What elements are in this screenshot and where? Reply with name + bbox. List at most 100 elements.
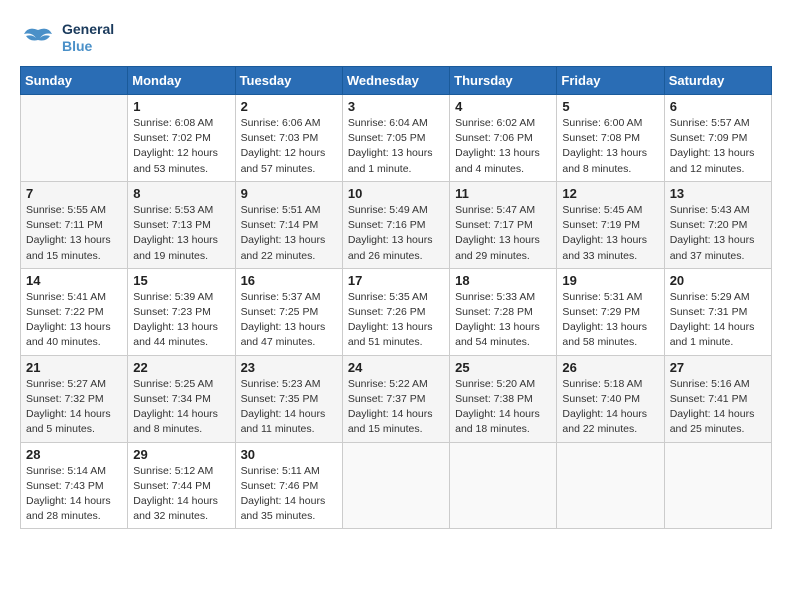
day-info: Sunrise: 5:47 AM Sunset: 7:17 PM Dayligh…	[455, 203, 551, 264]
calendar-cell	[450, 442, 557, 529]
day-info: Sunrise: 6:08 AM Sunset: 7:02 PM Dayligh…	[133, 116, 229, 177]
calendar-cell: 9 Sunrise: 5:51 AM Sunset: 7:14 PM Daylig…	[235, 181, 342, 268]
day-info: Sunrise: 5:33 AM Sunset: 7:28 PM Dayligh…	[455, 290, 551, 351]
calendar-cell: 2Sunrise: 6:06 AM Sunset: 7:03 PM Daylig…	[235, 95, 342, 182]
calendar-week: 1 Sunrise: 6:08 AM Sunset: 7:02 PM Daylig…	[21, 95, 772, 182]
calendar-cell: 28 Sunrise: 5:14 AM Sunset: 7:43 PM Dayli…	[21, 442, 128, 529]
day-info: Sunrise: 5:51 AM Sunset: 7:14 PM Dayligh…	[241, 203, 337, 264]
calendar-cell: 16 Sunrise: 5:37 AM Sunset: 7:25 PM Dayli…	[235, 268, 342, 355]
day-number: 8	[133, 186, 229, 201]
day-info: Sunrise: 5:18 AM Sunset: 7:40 PM Dayligh…	[562, 377, 658, 438]
day-number: 11	[455, 186, 551, 201]
calendar-week: 21 Sunrise: 5:27 AM Sunset: 7:32 PM Dayli…	[21, 355, 772, 442]
day-number: 24	[348, 360, 444, 375]
calendar-cell: 30 Sunrise: 5:11 AM Sunset: 7:46 PM Dayli…	[235, 442, 342, 529]
calendar-week: 14Sunrise: 5:41 AM Sunset: 7:22 PM Dayli…	[21, 268, 772, 355]
calendar-cell: 27 Sunrise: 5:16 AM Sunset: 7:41 PM Dayli…	[664, 355, 771, 442]
day-number: 22	[133, 360, 229, 375]
calendar-cell: 25 Sunrise: 5:20 AM Sunset: 7:38 PM Dayli…	[450, 355, 557, 442]
day-info: Sunrise: 5:16 AM Sunset: 7:41 PM Dayligh…	[670, 377, 766, 438]
logo-bird-icon	[20, 20, 56, 56]
day-number: 2	[241, 99, 337, 114]
day-number: 25	[455, 360, 551, 375]
calendar-cell: 5 Sunrise: 6:00 AM Sunset: 7:08 PM Daylig…	[557, 95, 664, 182]
day-info: Sunrise: 5:31 AM Sunset: 7:29 PM Dayligh…	[562, 290, 658, 351]
day-number: 12	[562, 186, 658, 201]
header-day: Tuesday	[235, 67, 342, 95]
day-info: Sunrise: 5:11 AM Sunset: 7:46 PM Dayligh…	[241, 464, 337, 525]
day-info: Sunrise: 5:37 AM Sunset: 7:25 PM Dayligh…	[241, 290, 337, 351]
day-number: 10	[348, 186, 444, 201]
calendar-cell: 24 Sunrise: 5:22 AM Sunset: 7:37 PM Dayli…	[342, 355, 449, 442]
day-number: 5	[562, 99, 658, 114]
day-number: 7	[26, 186, 122, 201]
day-number: 28	[26, 447, 122, 462]
calendar-cell: 23 Sunrise: 5:23 AM Sunset: 7:35 PM Dayli…	[235, 355, 342, 442]
day-number: 21	[26, 360, 122, 375]
logo-combined: General Blue	[20, 20, 114, 56]
calendar-cell: 21 Sunrise: 5:27 AM Sunset: 7:32 PM Dayli…	[21, 355, 128, 442]
day-info: Sunrise: 5:49 AM Sunset: 7:16 PM Dayligh…	[348, 203, 444, 264]
day-info: Sunrise: 6:02 AM Sunset: 7:06 PM Dayligh…	[455, 116, 551, 177]
day-info: Sunrise: 5:41 AM Sunset: 7:22 PM Dayligh…	[26, 290, 122, 351]
calendar-table: SundayMondayTuesdayWednesdayThursdayFrid…	[20, 66, 772, 529]
calendar-cell: 17 Sunrise: 5:35 AM Sunset: 7:26 PM Dayli…	[342, 268, 449, 355]
header-day: Sunday	[21, 67, 128, 95]
calendar-cell: 22 Sunrise: 5:25 AM Sunset: 7:34 PM Dayli…	[128, 355, 235, 442]
logo: General Blue	[20, 20, 114, 56]
day-number: 16	[241, 273, 337, 288]
header-day: Friday	[557, 67, 664, 95]
day-number: 30	[241, 447, 337, 462]
calendar-cell	[342, 442, 449, 529]
calendar-cell: 4 Sunrise: 6:02 AM Sunset: 7:06 PM Daylig…	[450, 95, 557, 182]
calendar-cell: 15 Sunrise: 5:39 AM Sunset: 7:23 PM Dayli…	[128, 268, 235, 355]
day-info: Sunrise: 5:27 AM Sunset: 7:32 PM Dayligh…	[26, 377, 122, 438]
calendar-cell: 18Sunrise: 5:33 AM Sunset: 7:28 PM Dayli…	[450, 268, 557, 355]
day-number: 23	[241, 360, 337, 375]
day-number: 1	[133, 99, 229, 114]
calendar-cell: 29Sunrise: 5:12 AM Sunset: 7:44 PM Dayli…	[128, 442, 235, 529]
calendar-cell: 7 Sunrise: 5:55 AM Sunset: 7:11 PM Daylig…	[21, 181, 128, 268]
header-day: Thursday	[450, 67, 557, 95]
day-info: Sunrise: 6:04 AM Sunset: 7:05 PM Dayligh…	[348, 116, 444, 177]
header-day: Saturday	[664, 67, 771, 95]
day-info: Sunrise: 5:39 AM Sunset: 7:23 PM Dayligh…	[133, 290, 229, 351]
day-number: 20	[670, 273, 766, 288]
day-info: Sunrise: 5:12 AM Sunset: 7:44 PM Dayligh…	[133, 464, 229, 525]
calendar-cell: 1 Sunrise: 6:08 AM Sunset: 7:02 PM Daylig…	[128, 95, 235, 182]
header-day: Monday	[128, 67, 235, 95]
day-number: 19	[562, 273, 658, 288]
logo-line2: Blue	[62, 38, 114, 55]
calendar-cell: 14Sunrise: 5:41 AM Sunset: 7:22 PM Dayli…	[21, 268, 128, 355]
header-day: Wednesday	[342, 67, 449, 95]
calendar-cell: 8Sunrise: 5:53 AM Sunset: 7:13 PM Daylig…	[128, 181, 235, 268]
day-info: Sunrise: 5:23 AM Sunset: 7:35 PM Dayligh…	[241, 377, 337, 438]
day-info: Sunrise: 5:22 AM Sunset: 7:37 PM Dayligh…	[348, 377, 444, 438]
day-number: 13	[670, 186, 766, 201]
calendar-cell: 12 Sunrise: 5:45 AM Sunset: 7:19 PM Dayli…	[557, 181, 664, 268]
day-info: Sunrise: 6:00 AM Sunset: 7:08 PM Dayligh…	[562, 116, 658, 177]
day-info: Sunrise: 5:57 AM Sunset: 7:09 PM Dayligh…	[670, 116, 766, 177]
calendar-cell: 10 Sunrise: 5:49 AM Sunset: 7:16 PM Dayli…	[342, 181, 449, 268]
header-row: SundayMondayTuesdayWednesdayThursdayFrid…	[21, 67, 772, 95]
day-info: Sunrise: 5:20 AM Sunset: 7:38 PM Dayligh…	[455, 377, 551, 438]
day-info: Sunrise: 5:25 AM Sunset: 7:34 PM Dayligh…	[133, 377, 229, 438]
day-number: 17	[348, 273, 444, 288]
day-info: Sunrise: 5:14 AM Sunset: 7:43 PM Dayligh…	[26, 464, 122, 525]
day-info: Sunrise: 5:45 AM Sunset: 7:19 PM Dayligh…	[562, 203, 658, 264]
day-number: 27	[670, 360, 766, 375]
day-number: 4	[455, 99, 551, 114]
day-number: 6	[670, 99, 766, 114]
calendar-cell: 20Sunrise: 5:29 AM Sunset: 7:31 PM Dayli…	[664, 268, 771, 355]
day-info: Sunrise: 5:55 AM Sunset: 7:11 PM Dayligh…	[26, 203, 122, 264]
calendar-cell	[21, 95, 128, 182]
day-number: 26	[562, 360, 658, 375]
calendar-cell	[664, 442, 771, 529]
day-info: Sunrise: 5:35 AM Sunset: 7:26 PM Dayligh…	[348, 290, 444, 351]
day-number: 9	[241, 186, 337, 201]
day-number: 15	[133, 273, 229, 288]
day-info: Sunrise: 5:43 AM Sunset: 7:20 PM Dayligh…	[670, 203, 766, 264]
calendar-cell: 11 Sunrise: 5:47 AM Sunset: 7:17 PM Dayli…	[450, 181, 557, 268]
calendar-week: 28 Sunrise: 5:14 AM Sunset: 7:43 PM Dayli…	[21, 442, 772, 529]
calendar-cell: 26 Sunrise: 5:18 AM Sunset: 7:40 PM Dayli…	[557, 355, 664, 442]
